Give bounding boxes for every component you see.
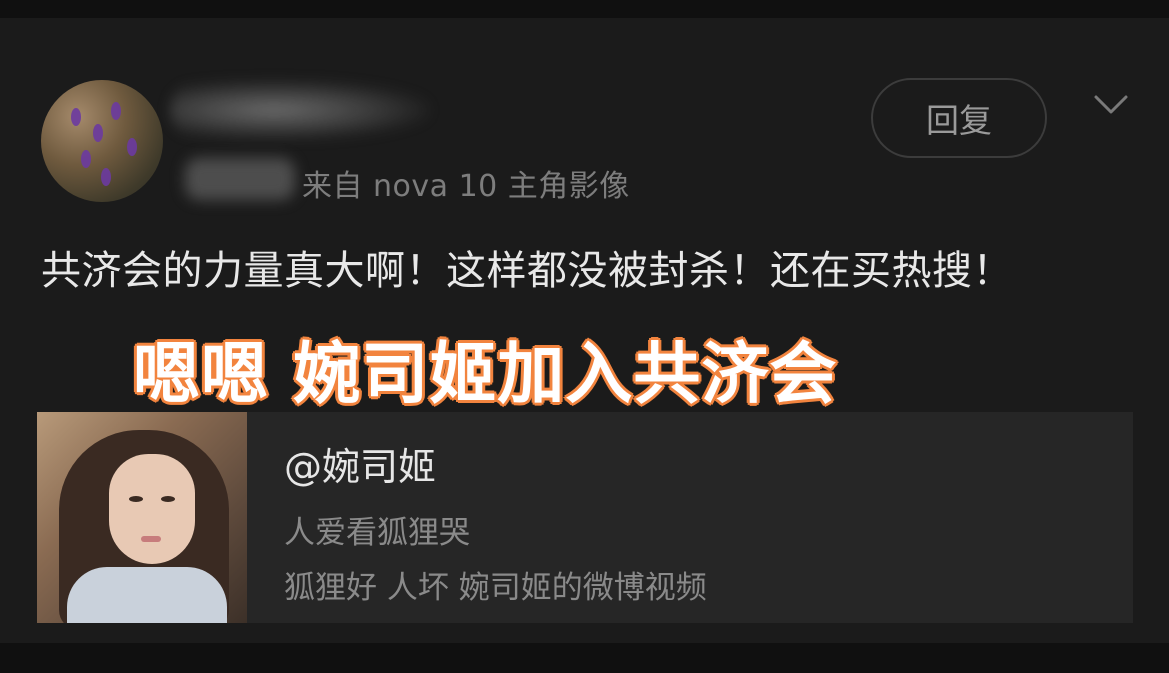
post-source: 来自 nova 10 主角影像: [302, 169, 630, 204]
avatar[interactable]: [41, 80, 163, 202]
overlay-caption: 嗯嗯 婉司姬加入共济会: [131, 334, 838, 415]
username-blurred[interactable]: [170, 80, 430, 140]
thumbnail-shirt: [67, 567, 227, 623]
avatar-flower: [93, 124, 103, 142]
link-preview-card[interactable]: @婉司姬 人爱看狐狸哭 狐狸好 人坏 婉司姬的微博视频: [37, 412, 1133, 623]
thumbnail-eye: [161, 496, 175, 502]
thumbnail-face: [109, 454, 195, 564]
link-title[interactable]: @婉司姬: [284, 436, 436, 491]
comment-text: 共济会的力量真大啊！这样都没被封杀！还在买热搜！: [41, 248, 1013, 294]
thumbnail-lips: [141, 536, 161, 542]
avatar-flower: [101, 168, 111, 186]
avatar-flower: [111, 102, 121, 120]
chevron-down-icon[interactable]: [1093, 92, 1129, 118]
avatar-flower: [81, 150, 91, 168]
avatar-flower: [71, 108, 81, 126]
timestamp-blurred: [185, 158, 295, 200]
avatar-flower: [127, 138, 137, 156]
reply-button[interactable]: 回复: [871, 78, 1047, 158]
link-description: 狐狸好 人坏 婉司姬的微博视频: [284, 570, 707, 606]
thumbnail-eye: [129, 496, 143, 502]
video-thumbnail[interactable]: [37, 412, 247, 623]
link-subtitle: 人爱看狐狸哭: [284, 515, 470, 551]
